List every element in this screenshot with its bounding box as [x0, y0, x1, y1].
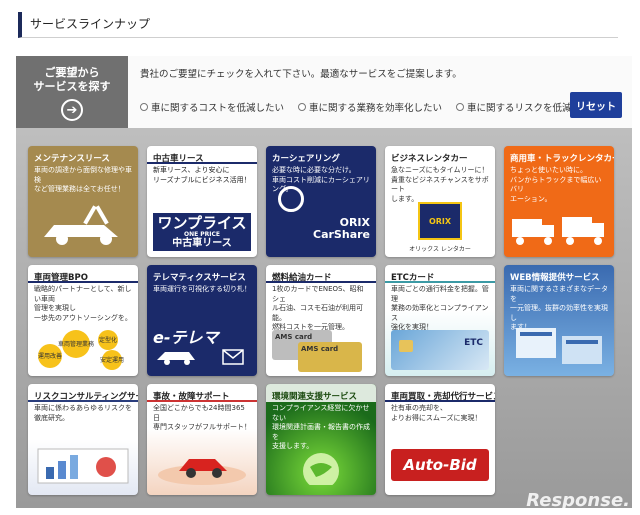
finder-line2: サービスを探す — [33, 80, 111, 93]
logo-caption: オリックス レンタカー — [409, 246, 471, 253]
fuel-cards-image: AMS card AMS card — [272, 330, 370, 372]
radio-icon — [140, 103, 148, 111]
card-desc: 社有車の売却を、 よりお得にスムーズに実現！ — [391, 404, 482, 422]
logo-subtext: ONE PRICE — [183, 230, 221, 238]
one-price-logo: ワンプライス ONE PRICE 中古車リース — [153, 213, 251, 251]
card-desc: 車両に係わるあらゆるリスクを 徹底研究。 — [34, 404, 132, 422]
card-business-rent-a-car[interactable]: ビジネスレンタカー 急なニーズにもタイムリーに！ 貴重なビジネスチャンスをサポー… — [385, 146, 495, 257]
card-desc: ちょっと使いたい時に。 バンからトラックまで幅広いバリ エーション。 — [510, 166, 602, 203]
option-label: 車に関する業務を効率化したい — [309, 103, 443, 114]
radio-icon — [456, 103, 465, 111]
page-title: サービスラインナップ — [18, 12, 618, 38]
card-title: テレマティクスサービス — [153, 273, 246, 283]
reset-button[interactable]: リセット — [570, 92, 622, 118]
card-title: リスクコンサルティングサービス — [28, 384, 138, 402]
etc-card-image: ETC — [391, 330, 489, 370]
option-label: 車に関するコストを低減したい — [151, 103, 285, 114]
arrow-right-icon: ➔ — [61, 99, 83, 121]
card-title: メンテナンスリース — [34, 154, 110, 164]
card-risk-consulting[interactable]: リスクコンサルティングサービス 車両に係わるあらゆるリスクを 徹底研究。 — [28, 384, 138, 495]
finder-line1: ご要望から — [44, 66, 100, 79]
card-fleet-bpo[interactable]: 車両管理BPO 戦略的パートナーとして、新しい車両 管理を実現し 一歩先のアウト… — [28, 265, 138, 376]
service-finder-panel: ご要望から サービスを探す ➔ 貴社のご要望にチェックを入れて下さい。最適なサービ… — [16, 56, 632, 508]
card-title: 車両買取・売却代行サービス — [385, 384, 495, 402]
card-desc: 急なニーズにもタイムリーに！ 貴重なビジネスチャンスをサポート します。 — [391, 166, 489, 203]
hands-car-icon — [153, 443, 251, 489]
logo-text: Auto-Bid — [403, 456, 477, 474]
card-etc[interactable]: ETCカード 車両ごとの通行料金を把握。管理 業務の効率化とコンプライアンス 強… — [385, 265, 495, 376]
card-desc: 車両の調達から面倒な修理や車検 など管理業務は全てお任せ！ — [34, 166, 132, 193]
truck-icon — [510, 213, 608, 251]
card-desc: 全国どこからでも24時間365日 専門スタッフがフルサポート！ — [153, 404, 251, 431]
card-vehicle-buyback[interactable]: 車両買取・売却代行サービス 社有車の売却を、 よりお得にスムーズに実現！ Aut… — [385, 384, 495, 495]
card-label: AMS card — [298, 342, 362, 372]
card-maintenance-lease[interactable]: メンテナンスリース 車両の調達から面倒な修理や車検 など管理業務は全てお任せ！ — [28, 146, 138, 257]
monitor-icon — [510, 326, 608, 370]
bubble-label: 定型化 — [99, 336, 117, 344]
card-title: ビジネスレンタカー — [391, 154, 468, 164]
card-title: 燃料給油カード — [266, 265, 376, 283]
orix-carshare-logo: ORIX CarShare — [272, 217, 370, 241]
card-truck-rental[interactable]: 商用車・トラックレンタカー ちょっと使いたい時に。 バンからトラックまで幅広いバ… — [504, 146, 614, 257]
bubble-label: 車両管理業務 — [58, 340, 94, 348]
logo-subtext: CarShare — [313, 228, 370, 241]
card-title: ETCカード — [385, 265, 495, 283]
card-desc: 1枚のカードでENEOS、昭和シェ ル石油、コスモ石油が利用可能。 燃料コストを… — [272, 285, 364, 331]
logo-text: ORIX — [428, 216, 452, 226]
card-used-car-lease[interactable]: 中古車リース 新車リース、より安心に リーズナブルにビジネス活用！ ワンプライス… — [147, 146, 257, 257]
bubble-label: 運用改善 — [38, 352, 62, 360]
card-accident-support[interactable]: 事故・故障サポート 全国どこからでも24時間365日 専門スタッフがフルサポート… — [147, 384, 257, 495]
bubble-label: 安定運用 — [100, 356, 124, 364]
card-web-info[interactable]: WEB情報提供サービス 車両に関するさまざまなデータを 一元管理。抜群の効率性を… — [504, 265, 614, 376]
card-title: 商用車・トラックレンタカー — [510, 154, 614, 164]
car-wrench-icon — [34, 203, 132, 251]
card-title: 車両管理BPO — [28, 265, 138, 283]
card-title: カーシェアリング — [272, 154, 340, 164]
response-watermark: Response. — [526, 490, 630, 511]
radio-icon — [298, 103, 307, 111]
option-reduce-cost[interactable]: 車に関するコストを低減したい — [140, 100, 284, 114]
card-fuel-card[interactable]: 燃料給油カード 1枚のカードでENEOS、昭和シェ ル石油、コスモ石油が利用可能… — [266, 265, 376, 376]
card-environment[interactable]: 環境関連支援サービス コンプライアンス経営に欠かせない 環境関連計画書・報告書の… — [266, 384, 376, 495]
chart-paper-icon — [34, 441, 132, 489]
card-title: 事故・故障サポート — [147, 384, 257, 402]
card-desc: 戦略的パートナーとして、新しい車両 管理を実現し 一歩先のアウトソーシングを。 — [34, 285, 132, 322]
chip-icon — [399, 340, 413, 352]
finder-label: ご要望から サービスを探す ➔ — [16, 56, 128, 128]
logo-text: ワンプライス — [157, 213, 247, 232]
bpo-diagram: 運用改善 車両管理業務 定型化 安定運用 — [34, 328, 132, 370]
card-title: WEB情報提供サービス — [510, 273, 600, 283]
logo-caption: 中古車リース — [172, 237, 232, 249]
filter-area: 貴社のご要望にチェックを入れて下さい。最適なサービスをご提案します。 車に関する… — [128, 56, 632, 128]
globe-icon — [272, 445, 370, 489]
card-telematics[interactable]: テレマティクスサービス 車両運行を可視化する切り札！ e-テレマ — [147, 265, 257, 376]
card-desc: 車両運行を可視化する切り札！ — [153, 285, 251, 293]
option-improve-efficiency[interactable]: 車に関する業務を効率化したい — [298, 100, 442, 114]
card-desc: 新車リース、より安心に リーズナブルにビジネス活用！ — [153, 166, 251, 184]
orix-carshare-icon — [278, 186, 304, 212]
card-car-sharing[interactable]: カーシェアリング 必要な時に必要な分だけ。 車両コスト削減にカーシェアリング。 … — [266, 146, 376, 257]
filter-lead-text: 貴社のご要望にチェックを入れて下さい。最適なサービスをご提案します。 — [140, 69, 462, 80]
orix-rentacar-logo: ORIX オリックス レンタカー — [391, 202, 489, 253]
car-mail-icon — [153, 344, 251, 370]
card-label: ETC — [464, 338, 483, 348]
card-title: 中古車リース — [147, 146, 257, 164]
auto-bid-logo: Auto-Bid — [391, 449, 489, 481]
filter-options: 車に関するコストを低減したい 車に関する業務を効率化したい 車に関するリスクを低… — [140, 100, 600, 114]
card-title: 環境関連支援サービス — [266, 384, 376, 402]
card-desc: 車両ごとの通行料金を把握。管理 業務の効率化とコンプライアンス 強化を実現！ — [391, 285, 489, 331]
